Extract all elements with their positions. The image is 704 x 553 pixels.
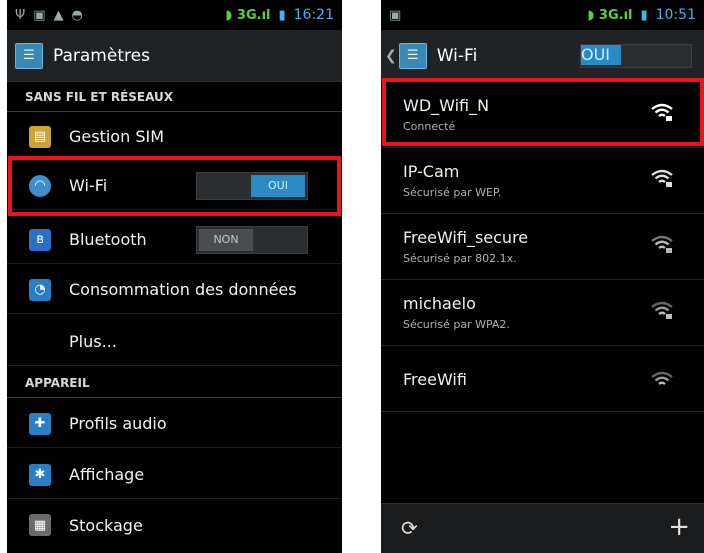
screenshot-icon: ▣ (389, 7, 402, 23)
add-network-icon[interactable]: + (668, 512, 690, 542)
settings-item-label: Profils audio (69, 414, 167, 433)
scan-refresh-icon[interactable]: ⟳ (401, 516, 418, 540)
bluetooth-icon: ʙ (29, 228, 51, 251)
wifi-network-row[interactable]: IP-Cam Sécurisé par WEP. (381, 148, 704, 214)
settings-app-icon[interactable]: ☰ (15, 42, 43, 69)
audio-profiles-icon: ✚ (29, 412, 51, 435)
storage-icon: ▦ (29, 514, 51, 536)
screenshot-icon: ▣ (33, 7, 46, 23)
bluetooth-toggle[interactable]: NON (196, 225, 308, 254)
wifi-signal-open-icon (651, 371, 673, 385)
network-type: 3G (598, 7, 619, 23)
settings-item-label: Consommation des données (69, 280, 297, 299)
sim-card-icon: ▤ (29, 125, 51, 148)
status-bar: ▣ ◗ 3G.ıl ▮ 10:51 (381, 0, 704, 30)
network-status: Sécurisé par WPA2. (403, 318, 510, 331)
section-header-device: APPAREIL (7, 368, 342, 398)
settings-item-data-usage[interactable]: ◔ Consommation des données (7, 266, 342, 314)
highlight-box-wifi (8, 156, 341, 216)
wifi-network-row[interactable]: FreeWifi_secure Sécurisé par 802.1x. (381, 214, 704, 280)
battery-icon: ▮ (278, 7, 286, 23)
wifi-network-row[interactable]: FreeWifi (381, 346, 704, 412)
wifi-status-icon: ◗ (587, 7, 595, 23)
wifi-screen: ▣ ◗ 3G.ıl ▮ 10:51 ❮ ☰ Wi-Fi OUI WD_Wifi_… (381, 0, 704, 553)
settings-item-label: Affichage (69, 465, 145, 484)
network-ssid: FreeWifi (403, 370, 467, 389)
settings-item-label: Plus... (69, 332, 117, 351)
wifi-master-toggle[interactable]: OUI (580, 44, 692, 68)
bottom-action-bar: ⟳ + (381, 503, 704, 553)
settings-item-sim[interactable]: ▤ Gestion SIM (7, 113, 342, 161)
page-title: Wi-Fi (436, 45, 478, 66)
network-status: Sécurisé par 802.1x. (403, 252, 517, 265)
back-chevron-icon[interactable]: ❮ (385, 48, 397, 64)
network-ssid: IP-Cam (403, 162, 460, 181)
wifi-signal-locked-icon (651, 301, 673, 319)
page-title: Paramètres (53, 45, 150, 66)
section-header-wireless: SANS FIL ET RÉSEAUX (7, 82, 342, 112)
network-ssid: michaelo (403, 294, 476, 313)
settings-item-storage[interactable]: ▦ Stockage (7, 501, 342, 549)
status-bar: Ψ ▣ ▲ ◓ ◗ 3G.ıl ▮ 16:21 (7, 0, 342, 30)
settings-item-display[interactable]: ✱ Affichage (7, 451, 342, 499)
network-ssid: FreeWifi_secure (403, 228, 529, 247)
settings-item-label: Stockage (69, 515, 143, 535)
settings-item-label: Gestion SIM (69, 127, 164, 146)
warning-icon: ▲ (53, 7, 64, 23)
clock: 16:21 (293, 7, 334, 23)
wifi-network-row[interactable]: michaelo Sécurisé par WPA2. (381, 280, 704, 346)
network-status: Sécurisé par WEP. (403, 186, 502, 199)
data-usage-icon: ◔ (29, 278, 51, 301)
signal-3g-icon: ◗ 3G.ıl (587, 7, 633, 23)
settings-screen: Ψ ▣ ▲ ◓ ◗ 3G.ıl ▮ 16:21 ☰ Paramètres SAN… (7, 0, 342, 553)
wifi-status-icon: ◗ (225, 7, 233, 23)
wifi-signal-locked-icon (651, 169, 673, 187)
settings-item-label: Bluetooth (69, 230, 147, 249)
battery-icon: ▮ (640, 7, 648, 23)
usb-icon: Ψ (15, 7, 26, 23)
android-icon: ◓ (71, 7, 83, 23)
settings-item-audio[interactable]: ✚ Profils audio (7, 400, 342, 448)
action-bar: ❮ ☰ Wi-Fi OUI (381, 30, 704, 82)
toggle-off-knob: NON (199, 228, 253, 251)
toggle-on-knob: OUI (581, 45, 621, 65)
action-bar: ☰ Paramètres (7, 30, 342, 82)
display-icon: ✱ (29, 463, 51, 486)
network-type: 3G (236, 7, 257, 23)
settings-item-more[interactable]: Plus... (7, 318, 342, 366)
clock: 10:51 (655, 7, 696, 23)
signal-3g-icon: ◗ 3G.ıl (225, 7, 271, 23)
settings-app-icon[interactable]: ☰ (398, 42, 427, 69)
settings-item-bluetooth[interactable]: ʙ Bluetooth NON (7, 216, 342, 264)
highlight-box-connected-network (382, 78, 704, 146)
wifi-signal-locked-icon (651, 235, 673, 253)
